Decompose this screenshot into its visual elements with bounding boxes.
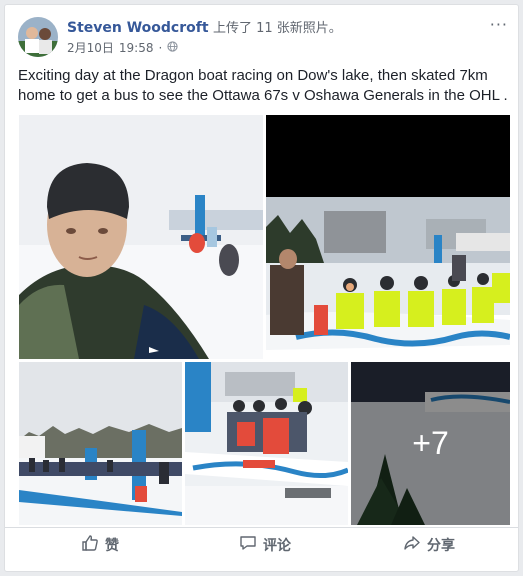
globe-icon xyxy=(167,40,178,55)
like-button[interactable]: 赞 xyxy=(81,534,119,556)
post-header: Steven Woodcroft 上传了 11 张新照片。 xyxy=(67,17,342,36)
photo-selfie[interactable] xyxy=(19,115,263,359)
action-bar: 赞 评论 分享 xyxy=(5,527,518,561)
more-photos-count[interactable]: +7 xyxy=(351,362,510,525)
more-options-icon[interactable]: ··· xyxy=(490,15,508,34)
comment-icon xyxy=(239,534,257,556)
post-action-text: 上传了 11 张新照片。 xyxy=(213,21,342,36)
photo-boat-dock[interactable] xyxy=(185,362,348,525)
author-name[interactable]: Steven Woodcroft xyxy=(67,20,209,36)
share-button[interactable]: 分享 xyxy=(403,534,455,556)
comment-label: 评论 xyxy=(263,538,291,554)
thumbs-up-icon xyxy=(81,534,99,556)
post-date[interactable]: 2月10日 xyxy=(67,39,114,56)
share-label: 分享 xyxy=(427,538,455,554)
avatar[interactable] xyxy=(18,17,58,57)
like-label: 赞 xyxy=(105,538,119,554)
post-time[interactable]: 19:58 xyxy=(119,41,154,55)
post-card: Steven Woodcroft 上传了 11 张新照片。 2月10日 19:5… xyxy=(4,4,519,572)
post-meta: 2月10日 19:58 · xyxy=(67,39,178,56)
post-text: Exciting day at the Dragon boat racing o… xyxy=(18,67,508,104)
photo-snowy-course[interactable] xyxy=(19,362,182,525)
photo-more[interactable]: +7 xyxy=(351,362,510,525)
separator-dot: · xyxy=(158,40,163,55)
share-icon xyxy=(403,534,421,556)
photo-dragon-boat-crew[interactable] xyxy=(266,115,510,359)
comment-button[interactable]: 评论 xyxy=(239,534,291,556)
